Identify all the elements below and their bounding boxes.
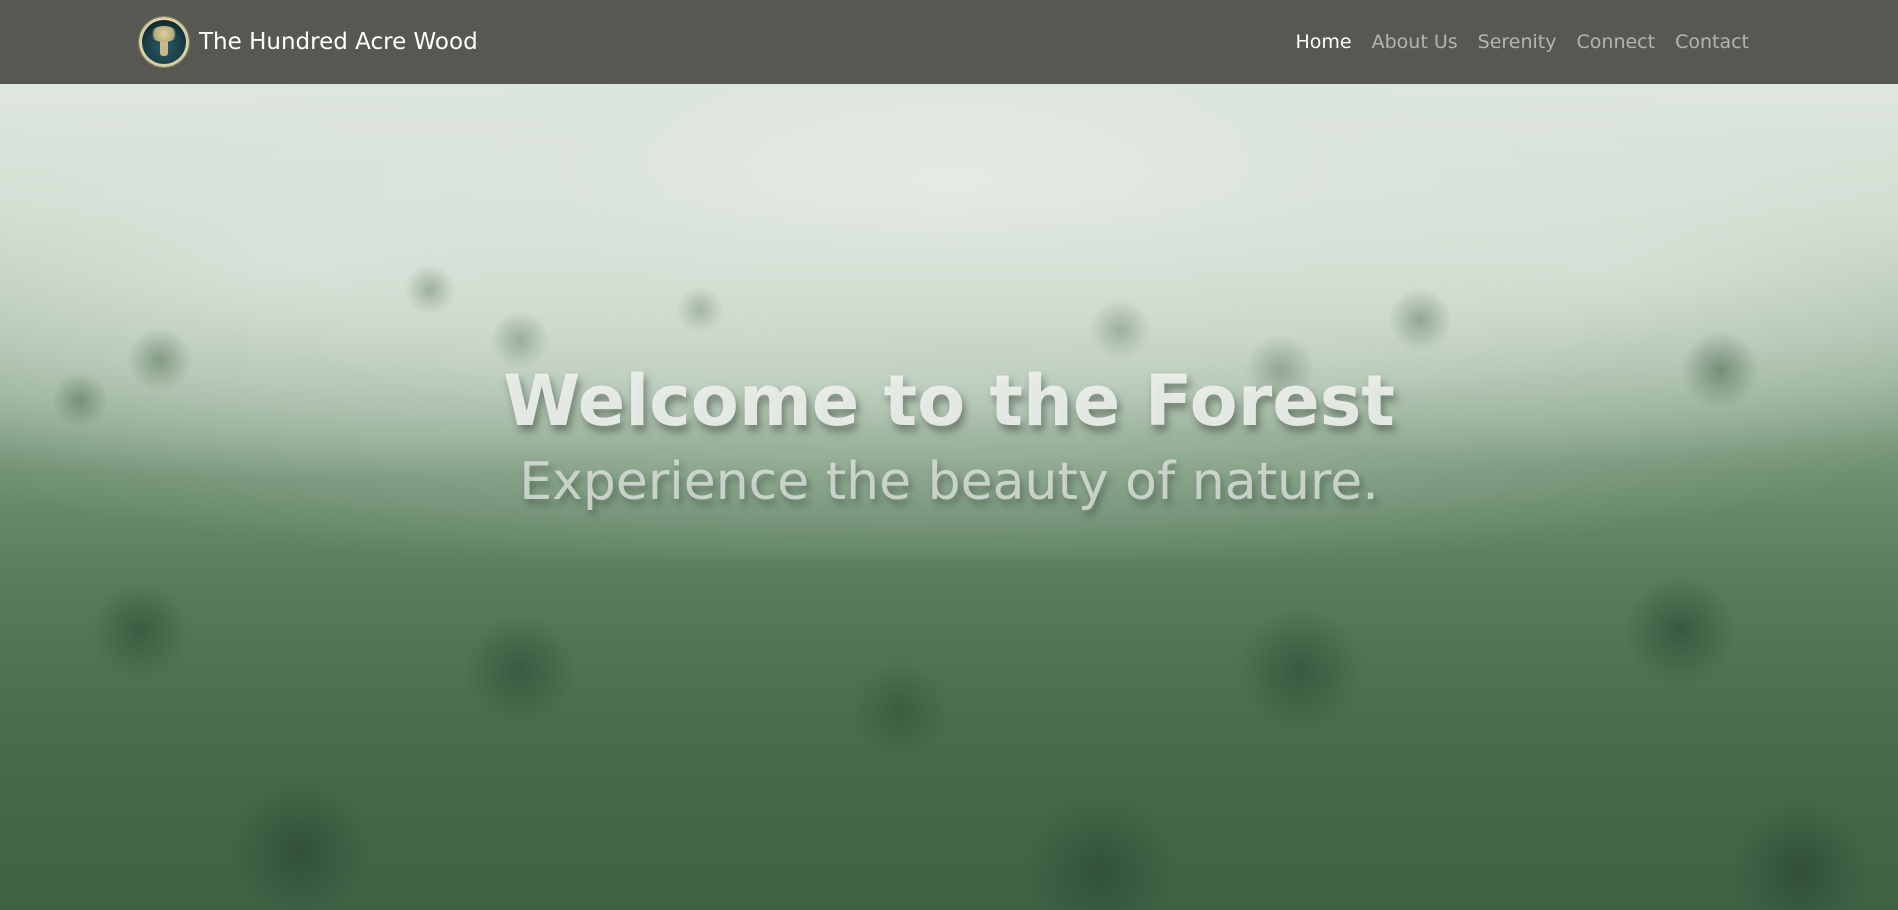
tree-emblem-icon xyxy=(139,17,189,67)
nav-link-serenity[interactable]: Serenity xyxy=(1478,31,1557,53)
nav-links: Home About Us Serenity Connect Contact xyxy=(1296,0,1749,84)
nav-link-contact[interactable]: Contact xyxy=(1675,31,1749,53)
nav-link-connect[interactable]: Connect xyxy=(1577,31,1656,53)
nav-link-home[interactable]: Home xyxy=(1296,31,1352,53)
hero-text: Welcome to the Forest Experience the bea… xyxy=(0,355,1898,517)
navbar: The Hundred Acre Wood Home About Us Sere… xyxy=(0,0,1898,84)
page: The Hundred Acre Wood Home About Us Sere… xyxy=(0,0,1898,910)
hero-subtitle: Experience the beauty of nature. xyxy=(519,452,1379,512)
brand-link[interactable]: The Hundred Acre Wood xyxy=(139,16,478,68)
brand-name: The Hundred Acre Wood xyxy=(199,29,478,55)
nav-link-about-us[interactable]: About Us xyxy=(1372,31,1458,53)
hero-title: Welcome to the Forest xyxy=(503,360,1395,442)
